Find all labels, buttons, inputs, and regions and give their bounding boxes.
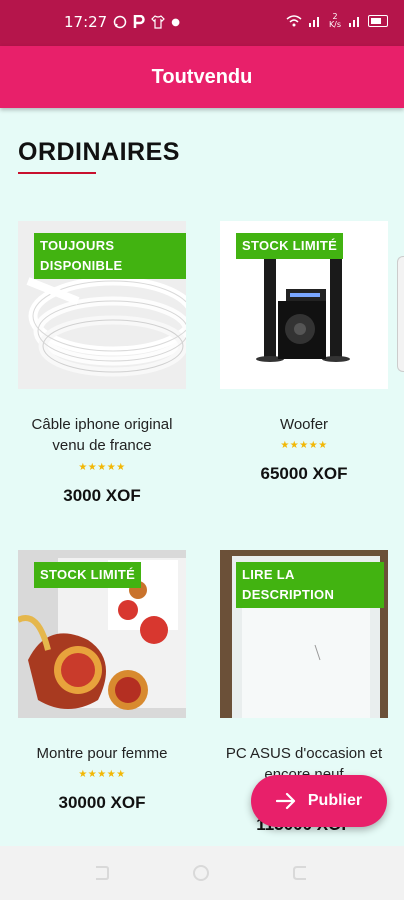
status-left: 17:27 ● (64, 13, 180, 31)
battery-icon (368, 15, 388, 27)
wifi-icon (286, 15, 302, 27)
p-app-icon (133, 15, 145, 28)
product-image[interactable]: TOUJOURS DISPONIBLE (18, 221, 186, 389)
product-card[interactable]: TOUJOURS DISPONIBLE Câble iphone origina… (18, 221, 186, 511)
product-price: 3000 XOF (63, 486, 141, 505)
product-image[interactable]: STOCK LIMITÉ (18, 550, 186, 718)
app-bar: Toutvendu (0, 46, 404, 108)
product-name: Câble iphone original venu de france (31, 416, 173, 454)
recent-apps-icon[interactable] (92, 864, 110, 882)
publish-button[interactable]: Publier (251, 775, 387, 827)
net-speed: 2 K/s (328, 12, 342, 29)
status-time: 17:27 (64, 13, 108, 31)
product-name: Woofer (279, 416, 329, 433)
back-icon[interactable] (292, 864, 310, 882)
stock-badge: TOUJOURS DISPONIBLE (34, 233, 186, 279)
product-price: 30000 XOF (58, 793, 146, 812)
stock-badge: STOCK LIMITÉ (236, 233, 344, 259)
product-image[interactable]: LIRE LA DESCRIPTION (220, 550, 388, 718)
stock-badge: LIRE LA DESCRIPTION (236, 562, 384, 608)
product-image[interactable]: STOCK LIMITÉ (220, 221, 388, 389)
system-nav-bar (0, 846, 404, 900)
signal-icon (309, 17, 319, 27)
stock-badge: STOCK LIMITÉ (34, 562, 142, 588)
product-card[interactable]: STOCK LIMITÉ Woofer ★★★★★ 65000 XOF (220, 221, 388, 491)
product-name: Montre pour femme (36, 745, 168, 762)
rating-stars: ★★★★★ (78, 769, 126, 780)
whatsapp-icon (113, 15, 127, 29)
section-underline (18, 172, 96, 174)
arrow-right-icon (275, 792, 295, 810)
publish-label: Publier (307, 792, 363, 809)
app-title: Toutvendu (151, 66, 253, 88)
shirt-icon (151, 15, 166, 29)
status-bar: 17:27 ● 2 K/s (0, 0, 404, 46)
signal-icon-2 (349, 17, 359, 27)
dot-icon: ● (171, 16, 180, 28)
rating-stars: ★★★★★ (78, 462, 126, 473)
status-right: 2 K/s (286, 13, 388, 29)
product-price: 65000 XOF (260, 464, 348, 483)
section-title: ORDINAIRES (18, 138, 180, 166)
edge-panel-handle[interactable] (397, 256, 404, 372)
rating-stars: ★★★★★ (280, 440, 328, 451)
home-icon[interactable] (192, 864, 210, 882)
product-card[interactable]: STOCK LIMITÉ Montre pour femme ★★★★★ 300… (18, 550, 186, 820)
